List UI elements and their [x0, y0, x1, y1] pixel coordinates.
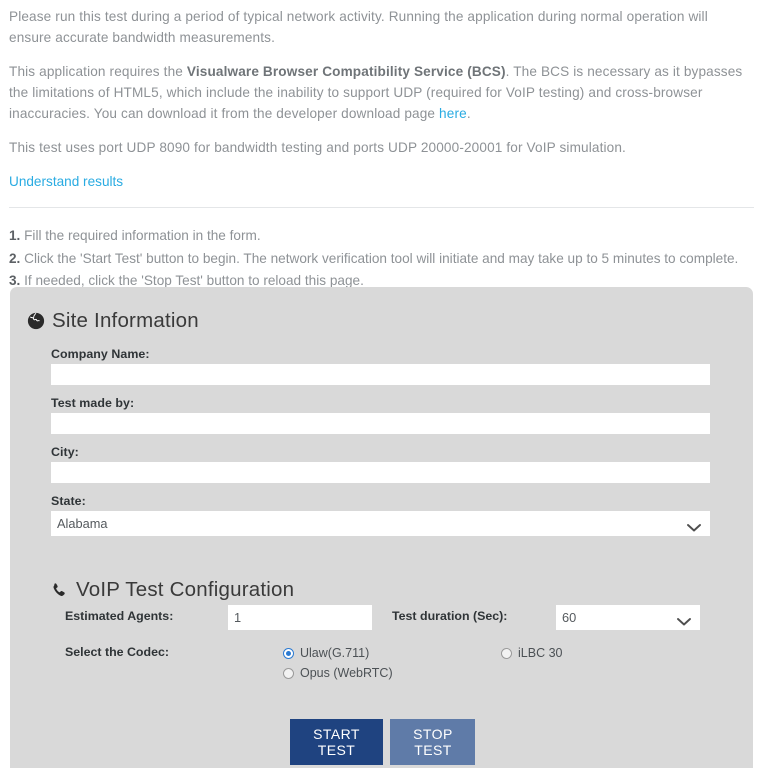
- chevron-down-icon: [687, 519, 701, 531]
- state-select[interactable]: Alabama: [51, 511, 710, 536]
- estimated-agents-label: Estimated Agents:: [65, 609, 174, 623]
- intro-text-block: Please run this test during a period of …: [0, 0, 763, 158]
- city-label: City:: [51, 445, 79, 459]
- company-name-input[interactable]: [51, 364, 710, 385]
- state-label: State:: [51, 494, 86, 508]
- codec-option-ilbc[interactable]: iLBC 30: [501, 645, 562, 661]
- site-information-title: Site Information: [52, 309, 199, 332]
- intro-paragraph-1: Please run this test during a period of …: [9, 9, 708, 46]
- download-here-link[interactable]: here: [439, 106, 467, 121]
- voip-configuration-heading: VoIP Test Configuration: [50, 578, 294, 602]
- steps-list: 1. Fill the required information in the …: [0, 208, 763, 291]
- test-made-by-label: Test made by:: [51, 396, 135, 410]
- globe-icon: [26, 312, 45, 331]
- state-select-value: Alabama: [57, 516, 108, 531]
- stop-test-button[interactable]: STOP TEST: [390, 719, 476, 765]
- phone-icon: [50, 581, 69, 600]
- site-information-heading: Site Information: [26, 309, 199, 333]
- codec-radio-group-left: Ulaw(G.711) Opus (WebRTC): [283, 645, 393, 685]
- test-duration-select[interactable]: 60: [556, 605, 700, 630]
- test-duration-select-value: 60: [562, 610, 577, 625]
- test-made-by-input[interactable]: [51, 413, 710, 434]
- radio-opus-icon[interactable]: [283, 667, 294, 679]
- test-duration-label: Test duration (Sec):: [392, 609, 508, 623]
- codec-option-label: Opus (WebRTC): [300, 666, 393, 680]
- step-item: 1. Fill the required information in the …: [9, 225, 753, 246]
- intro-p2-before: This application requires the: [9, 64, 187, 80]
- site-information-fields: Company Name: Test made by: City: State:…: [51, 347, 710, 536]
- page-root: Please run this test during a period of …: [0, 0, 763, 768]
- understand-results-link[interactable]: Understand results: [9, 174, 123, 189]
- city-input[interactable]: [51, 462, 710, 483]
- codec-option-label: iLBC 30: [518, 646, 563, 660]
- codec-option-ulaw[interactable]: Ulaw(G.711): [283, 645, 393, 661]
- intro-paragraph-3: This test uses port UDP 8090 for bandwid…: [9, 140, 626, 156]
- intro-p2-after: .: [466, 106, 471, 122]
- radio-ilbc-icon[interactable]: [501, 647, 512, 659]
- action-button-row: START TEST STOP TEST: [290, 719, 476, 765]
- company-name-label: Company Name:: [51, 347, 150, 361]
- codec-option-label: Ulaw(G.711): [300, 646, 370, 660]
- codec-option-opus[interactable]: Opus (WebRTC): [283, 665, 393, 681]
- step-number: 1.: [9, 228, 21, 244]
- bcs-bold-text: Visualware Browser Compatibility Service…: [186, 64, 506, 80]
- start-test-button[interactable]: START TEST: [290, 719, 383, 765]
- codec-radio-group-right: iLBC 30: [501, 645, 562, 665]
- radio-ulaw-icon[interactable]: [283, 647, 294, 659]
- step-text: Click the 'Start Test' button to begin. …: [24, 250, 739, 266]
- intro-paragraph-2: This application requires the Visualware…: [9, 61, 753, 124]
- step-text: Fill the required information in the for…: [24, 228, 261, 244]
- estimated-agents-input[interactable]: [228, 605, 372, 630]
- step-number: 3.: [9, 272, 21, 288]
- step-text: If needed, click the 'Stop Test' button …: [24, 272, 364, 288]
- voip-configuration-title: VoIP Test Configuration: [76, 578, 295, 601]
- step-item: 2. Click the 'Start Test' button to begi…: [9, 248, 753, 269]
- chevron-down-icon: [677, 613, 691, 625]
- select-codec-label: Select the Codec:: [65, 645, 169, 659]
- step-number: 2.: [9, 250, 21, 266]
